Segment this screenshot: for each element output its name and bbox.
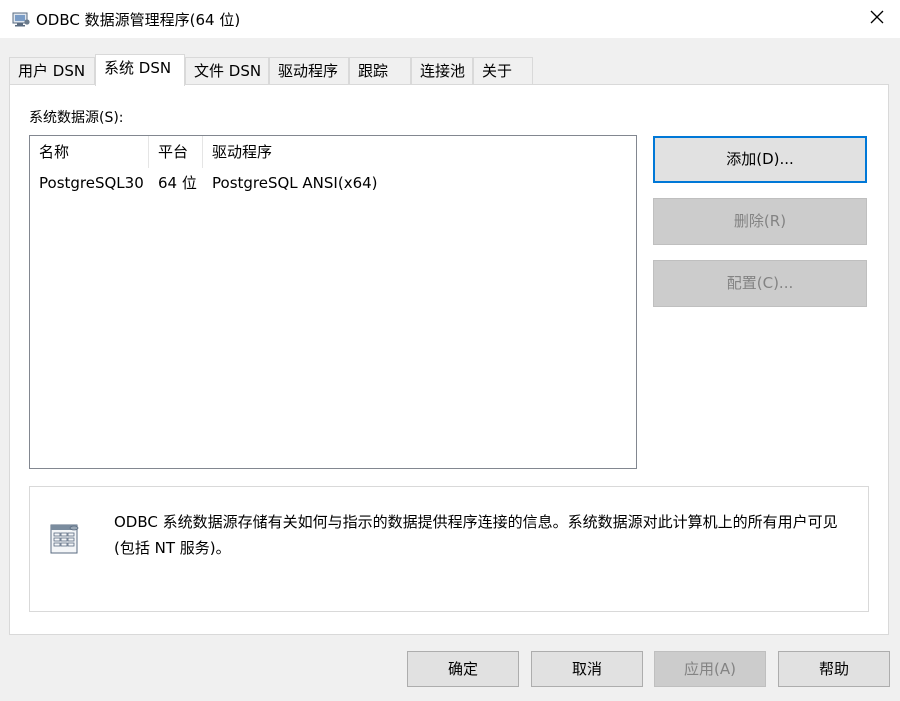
close-button[interactable] xyxy=(854,0,900,38)
data-sources-icon xyxy=(45,519,85,559)
help-button[interactable]: 帮助 xyxy=(778,651,890,687)
dsn-platform: 64 位 xyxy=(158,174,197,192)
tab-user-dsn[interactable]: 用户 DSN xyxy=(9,57,95,85)
add-button[interactable]: 添加(D)... xyxy=(653,136,867,183)
list-item[interactable]: PostgreSQL30 64 位 PostgreSQL ANSI(x64) xyxy=(30,170,633,196)
odbc-admin-window: ODBC 数据源管理程序(64 位) 用户 DSN 系统 DSN 文件 DSN … xyxy=(0,0,900,701)
remove-button[interactable]: 删除(R) xyxy=(653,198,867,245)
system-dsn-list[interactable]: 名称 平台 驱动程序 PostgreSQL30 64 位 PostgreSQL … xyxy=(29,135,637,469)
tab-tracing[interactable]: 跟踪 xyxy=(349,57,411,85)
tab-file-dsn[interactable]: 文件 DSN xyxy=(185,57,269,85)
tab-system-dsn[interactable]: 系统 DSN xyxy=(95,54,185,86)
list-header: 名称 平台 驱动程序 xyxy=(30,136,633,168)
column-header-name[interactable]: 名称 xyxy=(30,136,149,168)
info-description: ODBC 系统数据源存储有关如何与指示的数据提供程序连接的信息。系统数据源对此计… xyxy=(114,513,838,557)
dsn-name: PostgreSQL30 xyxy=(39,174,144,192)
tab-about[interactable]: 关于 xyxy=(473,57,533,85)
cancel-button[interactable]: 取消 xyxy=(531,651,643,687)
window-title: ODBC 数据源管理程序(64 位) xyxy=(36,11,241,29)
tab-drivers[interactable]: 驱动程序 xyxy=(269,57,349,85)
apply-button[interactable]: 应用(A) xyxy=(654,651,766,687)
tab-connection-pooling[interactable]: 连接池 xyxy=(411,57,473,85)
system-dsn-page: 系统数据源(S): 名称 平台 驱动程序 PostgreSQL30 64 位 P… xyxy=(9,84,889,635)
system-data-sources-label: 系统数据源(S): xyxy=(29,110,124,126)
column-header-driver[interactable]: 驱动程序 xyxy=(203,136,633,168)
dsn-driver: PostgreSQL ANSI(x64) xyxy=(212,174,378,192)
column-header-platform[interactable]: 平台 xyxy=(149,136,203,168)
close-icon xyxy=(870,10,884,28)
odbc-app-icon xyxy=(12,10,30,28)
title-bar[interactable]: ODBC 数据源管理程序(64 位) xyxy=(0,0,900,38)
configure-button[interactable]: 配置(C)... xyxy=(653,260,867,307)
info-panel: ODBC 系统数据源存储有关如何与指示的数据提供程序连接的信息。系统数据源对此计… xyxy=(29,486,869,612)
ok-button[interactable]: 确定 xyxy=(407,651,519,687)
